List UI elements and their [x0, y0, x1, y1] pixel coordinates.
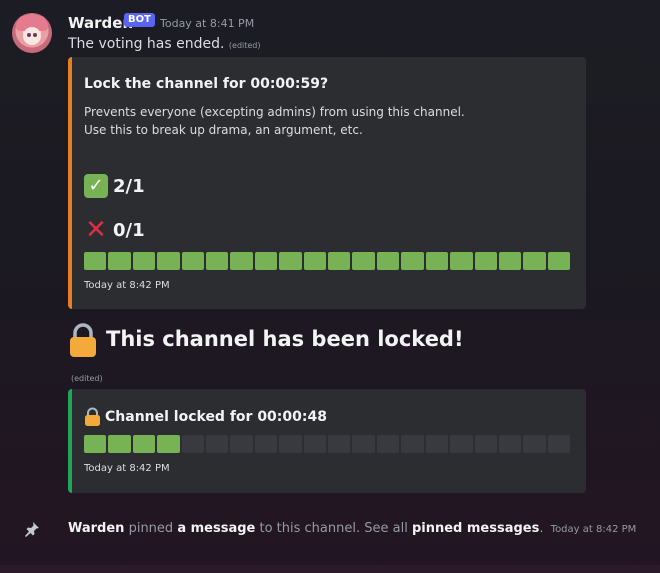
embed-description: Prevents everyone (excepting admins) fro… [84, 103, 465, 139]
vote-yes-row: ✓ 2/1 [84, 174, 145, 198]
embed-title: Channel locked for 00:00:48 [105, 408, 327, 425]
progress-segment [425, 252, 449, 270]
embed-accent-bar [68, 389, 72, 493]
progress-segment [401, 252, 424, 270]
progress-segment [132, 435, 156, 453]
progress-segment [450, 252, 473, 270]
locked-announcement: This channel has been locked! [106, 327, 464, 351]
progress-segment [376, 435, 400, 453]
vote-no-row: ✕ 0/1 [84, 215, 145, 245]
progress-segment [328, 252, 351, 270]
avatar-face [23, 27, 41, 45]
embed-accent-bar [68, 57, 72, 309]
vote-progress-bar [84, 252, 571, 270]
yes-count: 2/1 [113, 175, 145, 197]
message-timestamp[interactable]: Today at 8:41 PM [160, 17, 254, 30]
lock-progress-bar [84, 435, 571, 453]
pin-timestamp[interactable]: Today at 8:42 PM [551, 524, 637, 535]
lock-icon [68, 322, 98, 358]
progress-segment [157, 435, 180, 453]
lock-icon [84, 407, 101, 426]
pin-notice: Warden pinned a message to this channel.… [68, 521, 636, 536]
progress-segment [254, 252, 278, 270]
progress-segment [474, 435, 497, 453]
progress-segment [279, 252, 302, 270]
lock-embed: Channel locked for 00:00:48 Today at 8:4… [68, 389, 586, 493]
progress-segment [401, 435, 424, 453]
progress-segment [303, 252, 327, 270]
pinned-messages-link[interactable]: pinned messages [412, 521, 539, 536]
progress-segment [425, 435, 449, 453]
progress-segment [376, 252, 400, 270]
progress-segment [132, 252, 156, 270]
progress-segment [352, 435, 375, 453]
progress-segment [498, 252, 522, 270]
progress-segment [254, 435, 278, 453]
progress-segment [523, 252, 546, 270]
progress-segment [279, 435, 302, 453]
avatar[interactable] [12, 13, 52, 53]
edited-label: (edited) [71, 374, 103, 383]
message-input-edge [0, 565, 660, 573]
progress-segment [523, 435, 546, 453]
progress-segment [157, 252, 180, 270]
progress-segment [547, 435, 571, 453]
progress-segment [84, 435, 107, 453]
message-text: The voting has ended. (edited) [68, 36, 261, 52]
description-line: Prevents everyone (excepting admins) fro… [84, 105, 465, 119]
progress-segment [498, 435, 522, 453]
vote-embed: Lock the channel for 00:00:59? Prevents … [68, 57, 586, 309]
avatar-eye [33, 33, 37, 37]
edited-label: (edited) [228, 41, 261, 50]
message-content: The voting has ended. [68, 36, 225, 52]
no-count: 0/1 [113, 219, 145, 241]
embed-footer: Today at 8:42 PM [84, 463, 170, 474]
pin-text: . [539, 521, 544, 536]
embed-footer: Today at 8:42 PM [84, 280, 170, 291]
progress-segment [303, 435, 327, 453]
pin-user[interactable]: Warden [68, 521, 124, 536]
bot-tag: BOT [124, 13, 155, 27]
cross-mark-icon: ✕ [85, 215, 107, 245]
progress-segment [108, 252, 131, 270]
avatar-eye [27, 33, 31, 37]
progress-segment [230, 252, 253, 270]
progress-segment [547, 252, 571, 270]
progress-segment [206, 435, 229, 453]
progress-segment [328, 435, 351, 453]
progress-segment [181, 252, 205, 270]
pin-text: pinned [128, 521, 174, 536]
progress-segment [474, 252, 497, 270]
progress-segment [206, 252, 229, 270]
progress-segment [84, 252, 107, 270]
progress-segment [181, 435, 205, 453]
pinned-message-link[interactable]: a message [177, 521, 255, 536]
pin-icon [24, 521, 40, 537]
progress-segment [108, 435, 131, 453]
lock-embed-title-row: Channel locked for 00:00:48 [84, 407, 327, 426]
check-mark-icon: ✓ [84, 174, 108, 198]
progress-segment [230, 435, 253, 453]
description-line: Use this to break up drama, an argument,… [84, 123, 363, 137]
embed-title: Lock the channel for 00:00:59? [84, 76, 329, 92]
progress-segment [352, 252, 375, 270]
progress-segment [450, 435, 473, 453]
pin-text: to this channel. See all [259, 521, 408, 536]
